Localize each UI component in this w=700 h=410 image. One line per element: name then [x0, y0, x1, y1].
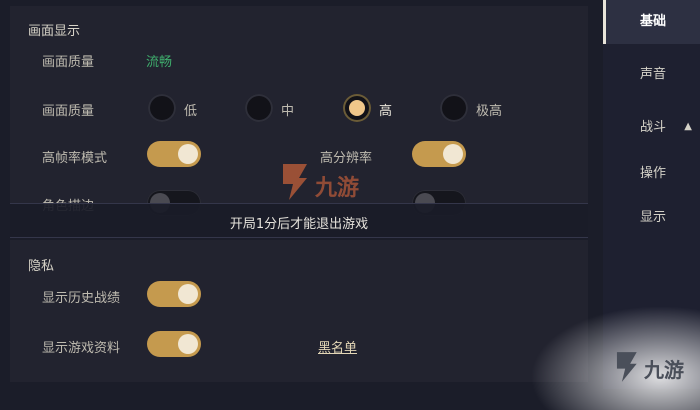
toast-banner: 开局1分后才能退出游戏 — [10, 203, 588, 238]
watermark-logo: 九游 — [277, 162, 387, 202]
high-res-toggle[interactable] — [412, 141, 466, 167]
sidebar-item-label: 战斗 — [640, 120, 667, 135]
watermark-text: 九游 — [315, 176, 360, 201]
option-low-label: 低 — [184, 104, 198, 119]
option-high-label: 高 — [379, 104, 393, 119]
radio-low[interactable] — [148, 94, 176, 122]
quality-label-2: 画面质量 — [42, 104, 95, 119]
sidebar-item-label: 声音 — [640, 67, 667, 82]
toggle-knob — [178, 284, 198, 304]
quality-label: 画面质量 — [42, 55, 95, 70]
privacy-settings-panel: 隐私 显示历史战绩 显示游戏资料 黑名单 — [10, 240, 588, 382]
sidebar-item-label: 显示 — [640, 210, 667, 225]
option-medium-label: 中 — [281, 104, 295, 119]
radio-high[interactable] — [343, 94, 371, 122]
option-ultra-label: 极高 — [476, 104, 503, 119]
watermark-corner-text: 九游 — [644, 358, 684, 382]
section-title-display: 画面显示 — [28, 24, 81, 39]
sidebar-item-display[interactable]: 显示 — [603, 196, 700, 240]
blacklist-link[interactable]: 黑名单 — [318, 337, 357, 356]
toggle-knob — [178, 144, 198, 164]
high-fps-toggle[interactable] — [147, 141, 201, 167]
history-toggle[interactable] — [147, 281, 201, 307]
section-title-privacy: 隐私 — [28, 259, 55, 274]
sidebar-item-label: 操作 — [640, 166, 667, 181]
toast-text: 开局1分后才能退出游戏 — [229, 217, 369, 232]
high-fps-label: 高帧率模式 — [42, 151, 108, 166]
nine-game-logo-icon — [283, 164, 307, 200]
nine-game-logo-icon — [616, 352, 637, 382]
toggle-knob — [178, 334, 198, 354]
sidebar-item-sound[interactable]: 声音 — [603, 53, 700, 97]
radio-medium[interactable] — [245, 94, 273, 122]
chevron-up-icon: ▲ — [684, 121, 692, 132]
sidebar-item-controls[interactable]: 操作 — [603, 152, 700, 196]
sidebar-item-label: 基础 — [640, 14, 667, 29]
quality-value: 流畅 — [146, 55, 173, 70]
watermark-corner: 九游 — [612, 350, 700, 386]
sidebar-item-basic[interactable]: 基础 — [603, 0, 700, 44]
radio-ultra[interactable] — [440, 94, 468, 122]
sidebar-item-battle[interactable]: 战斗 ▲ — [603, 106, 700, 150]
profile-label: 显示游戏资料 — [42, 341, 121, 356]
history-label: 显示历史战绩 — [42, 291, 121, 306]
toggle-knob — [443, 144, 463, 164]
profile-toggle[interactable] — [147, 331, 201, 357]
